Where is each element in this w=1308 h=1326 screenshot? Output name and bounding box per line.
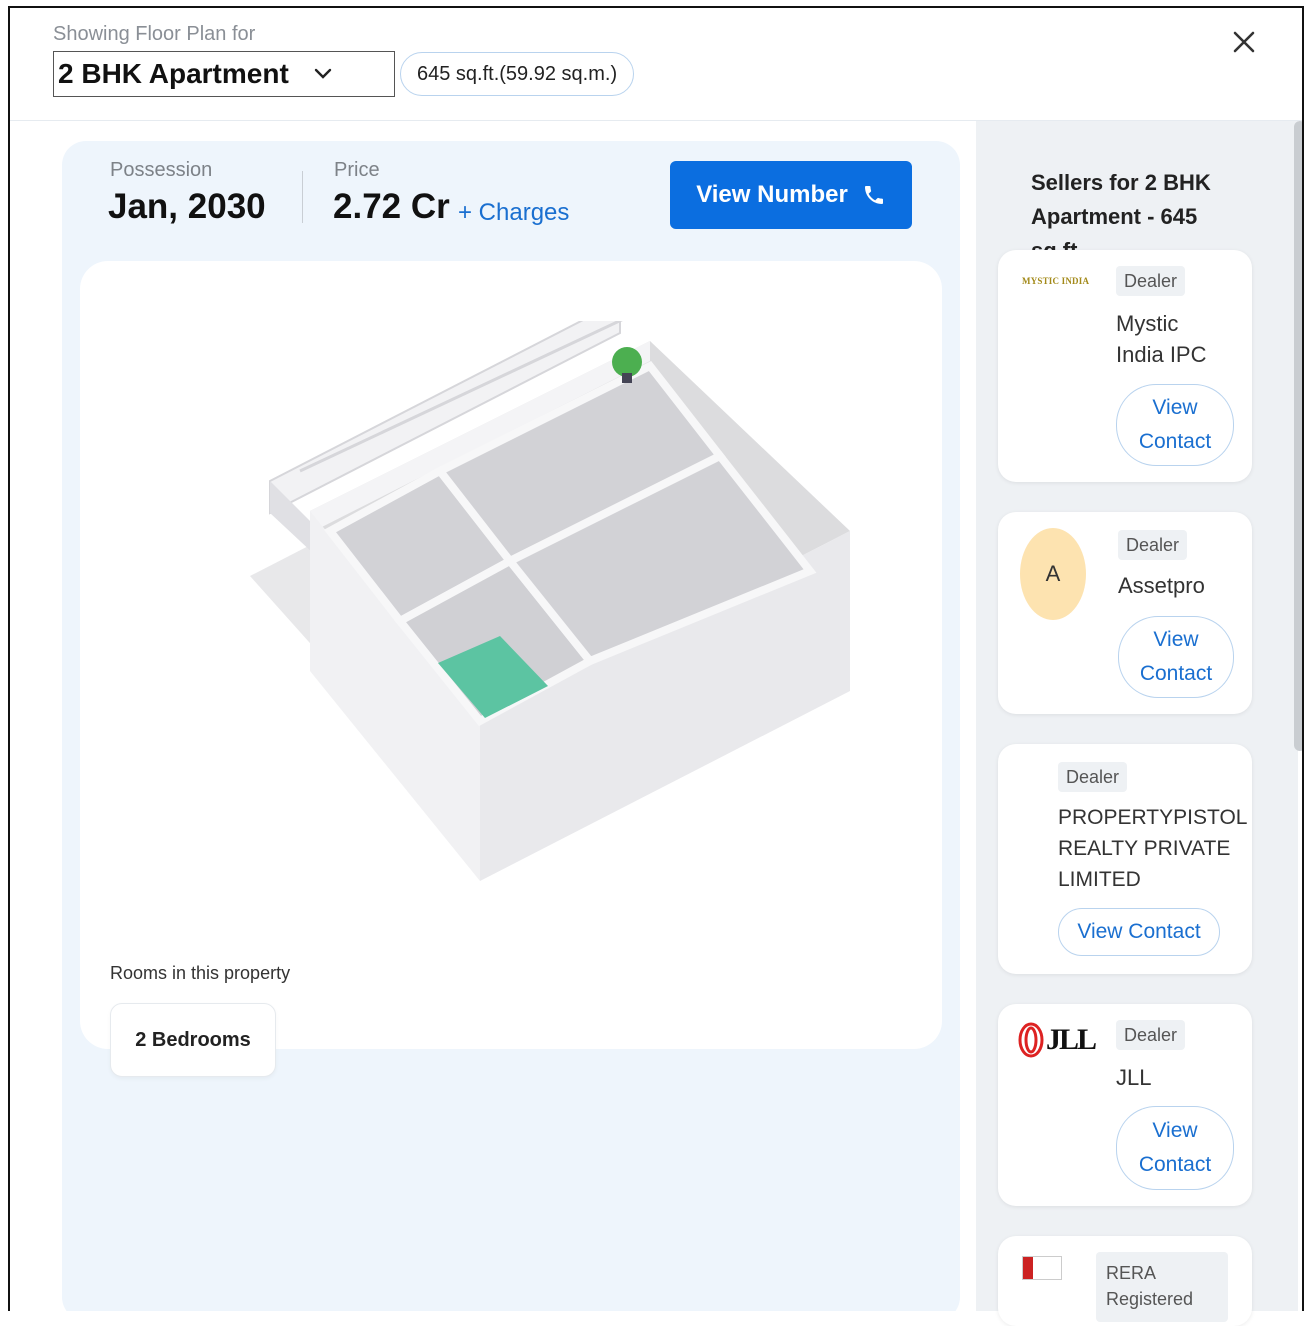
floor-plan-panel: Possession Jan, 2030 Price 2.72 Cr + Cha…	[62, 141, 960, 1311]
dealer-badge: Dealer	[1116, 1020, 1186, 1050]
seller-name: Mystic India IPC	[1116, 311, 1207, 367]
view-contact-label: View	[1153, 628, 1199, 651]
seller-name: Assetpro	[1118, 573, 1205, 598]
rera-badge-line: Registered	[1106, 1289, 1194, 1309]
room-chip[interactable]: 2 Bedrooms	[110, 1003, 276, 1077]
dealer-badge: Dealer	[1058, 762, 1128, 792]
dealer-badge: Dealer	[1118, 530, 1188, 560]
seller-card: RERA Registered	[998, 1236, 1252, 1326]
config-select[interactable]: 2 BHK Apartment	[53, 51, 395, 97]
seller-card: MYSTIC INDIA Dealer Mystic India IPC Vie…	[998, 250, 1252, 482]
jll-logo-text: JLL	[1046, 1023, 1097, 1056]
view-contact-label: Contact	[1138, 430, 1212, 453]
view-contact-label: Contact	[1138, 1153, 1212, 1176]
seller-card: JLL Dealer JLL View Contact	[998, 1004, 1252, 1206]
config-select-value: 2 BHK Apartment	[58, 58, 289, 89]
price-label: Price	[334, 159, 380, 181]
seller-card: Dealer PROPERTYPISTOL REALTY PRIVATE LIM…	[998, 744, 1252, 974]
floor-plan-section: Possession Jan, 2030 Price 2.72 Cr + Cha…	[10, 121, 975, 1311]
rooms-label: Rooms in this property	[110, 963, 291, 983]
dealer-badge: Dealer	[1116, 266, 1186, 296]
showing-label: Showing Floor Plan for	[53, 23, 256, 45]
view-number-label: View Number	[696, 181, 848, 208]
avatar: A	[1020, 528, 1086, 620]
divider	[302, 171, 303, 223]
seller-name: PROPERTYPISTOL REALTY PRIVATE LIMITED	[1058, 806, 1247, 891]
view-number-button[interactable]: View Number	[670, 161, 912, 229]
close-icon[interactable]	[1230, 28, 1258, 56]
view-contact-button[interactable]: View Contact	[1116, 384, 1234, 466]
seller-card: A Dealer Assetpro View Contact	[998, 512, 1252, 714]
view-contact-label: View	[1152, 1119, 1198, 1142]
phone-icon	[864, 186, 883, 204]
possession-value: Jan, 2030	[108, 187, 266, 226]
price-value: 2.72 Cr	[333, 187, 450, 226]
jll-swirl-icon	[1018, 1022, 1044, 1058]
charges-link[interactable]: + Charges	[458, 199, 569, 227]
seller-logo: JLL	[1018, 1022, 1097, 1058]
chevron-down-icon	[314, 68, 331, 79]
possession-label: Possession	[110, 159, 213, 181]
3d-floor-plan-image[interactable]	[210, 321, 890, 901]
floor-plan-card: Rooms in this property 2 Bedrooms	[80, 261, 942, 1077]
rera-badge-line: RERA	[1106, 1263, 1157, 1283]
seller-logo	[1022, 1256, 1062, 1280]
seller-name: JLL	[1116, 1065, 1152, 1090]
logo-mark	[1023, 1257, 1033, 1279]
view-contact-label: View	[1152, 396, 1198, 419]
rera-badge: RERA Registered	[1096, 1252, 1228, 1322]
view-contact-label: Contact	[1139, 662, 1213, 685]
view-contact-button[interactable]: View Contact	[1118, 616, 1234, 698]
location-pin-icon	[612, 347, 642, 383]
seller-logo: MYSTIC INDIA	[1022, 276, 1090, 286]
area-pill: 645 sq.ft.(59.92 sq.m.)	[400, 52, 635, 96]
scrollbar[interactable]	[1294, 121, 1302, 751]
modal-header: Showing Floor Plan for 2 BHK Apartment 6…	[10, 8, 1302, 121]
view-contact-button[interactable]: View Contact	[1058, 908, 1220, 956]
view-contact-button[interactable]: View Contact	[1116, 1106, 1234, 1190]
